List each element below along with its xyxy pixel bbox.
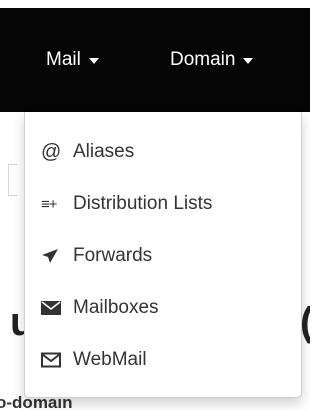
nav-mail-dropdown[interactable]: Mail <box>46 8 99 112</box>
list-add-icon: ≡+ <box>41 195 58 213</box>
menu-item-webmail[interactable]: WebMail <box>25 334 301 386</box>
menu-item-label: Forwards <box>73 245 153 266</box>
menu-item-distribution-lists[interactable]: ≡+ Distribution Lists <box>25 178 301 230</box>
at-sign-icon: @ <box>41 140 62 163</box>
mail-dropdown-menu: @ Aliases ≡+ Distribution Lists Forwards <box>24 112 302 398</box>
menu-item-label: Mailboxes <box>73 297 159 318</box>
background-input-edge <box>8 164 17 196</box>
nav-domain-label: Domain <box>170 49 236 70</box>
app-viewport: u ( o-domain Mail Domain @ Aliases ≡+ Di… <box>0 0 310 410</box>
caret-down-icon <box>88 58 99 64</box>
nav-domain-dropdown[interactable]: Domain <box>170 8 254 112</box>
menu-item-aliases[interactable]: @ Aliases <box>25 126 301 178</box>
menu-item-label: Aliases <box>73 141 135 162</box>
menu-item-mailboxes[interactable]: Mailboxes <box>25 282 301 334</box>
caret-down-icon <box>243 58 254 64</box>
menu-item-label: WebMail <box>73 349 147 370</box>
menu-item-label: Distribution Lists <box>73 193 213 214</box>
top-navbar: Mail Domain <box>0 8 310 112</box>
envelope-filled-icon <box>41 300 69 316</box>
paper-plane-icon <box>41 248 69 264</box>
envelope-outline-icon <box>41 352 69 368</box>
nav-mail-label: Mail <box>46 49 81 70</box>
menu-item-forwards[interactable]: Forwards <box>25 230 301 282</box>
